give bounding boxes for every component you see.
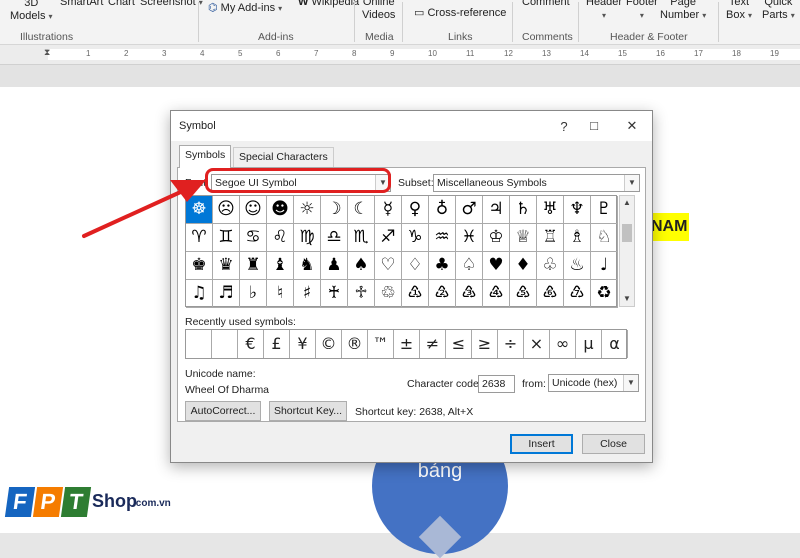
tab-symbols[interactable]: Symbols [179,145,232,168]
annotation-arrow-icon [82,180,206,238]
